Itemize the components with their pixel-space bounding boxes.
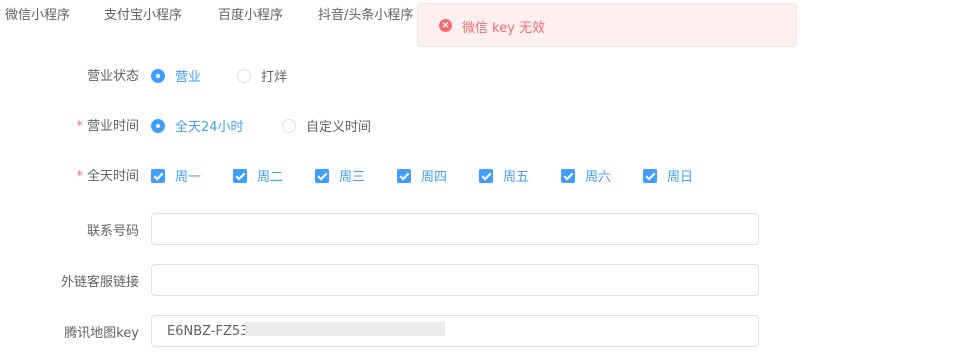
hours-custom-radio[interactable]: 自定义时间 <box>282 116 371 135</box>
radio-dot <box>151 118 165 133</box>
required-mark: * <box>76 119 83 134</box>
day-checkbox-sat[interactable]: 周六 <box>561 166 611 185</box>
status-label: 营业状态 <box>86 69 139 84</box>
day-checkbox-sun[interactable]: 周日 <box>643 166 693 185</box>
map-key-input[interactable] <box>151 315 759 347</box>
radio-dot <box>237 68 251 83</box>
phone-input[interactable] <box>151 213 759 245</box>
map-key-label: 腾讯地图key <box>64 326 139 341</box>
days-label: * 全天时间 <box>76 169 139 184</box>
radio-dot <box>151 68 165 83</box>
error-icon: × <box>439 19 452 32</box>
status-closed-radio[interactable]: 打烊 <box>237 66 287 85</box>
checkbox-box <box>233 168 247 183</box>
tab-wechat[interactable]: 微信小程序 <box>5 4 70 23</box>
day-checkbox-thu[interactable]: 周四 <box>397 166 447 185</box>
hours-label: * 营业时间 <box>76 119 139 134</box>
tab-baidu[interactable]: 百度小程序 <box>218 4 283 23</box>
checkbox-box <box>479 168 493 183</box>
required-mark: * <box>76 169 83 184</box>
error-toast: × 微信 key 无效 <box>417 3 797 47</box>
day-checkbox-mon[interactable]: 周一 <box>151 166 201 185</box>
radio-dot <box>282 118 296 133</box>
toast-message: 微信 key 无效 <box>462 21 546 36</box>
checkbox-box <box>561 168 575 183</box>
checkbox-box <box>643 168 657 183</box>
tab-douyin[interactable]: 抖音/头条小程序 <box>318 4 413 23</box>
day-checkbox-tue[interactable]: 周二 <box>233 166 283 185</box>
phone-label: 联系号码 <box>86 224 139 239</box>
service-link-input[interactable] <box>151 264 759 296</box>
hours-all-day-radio[interactable]: 全天24小时 <box>151 116 244 135</box>
service-link-label: 外链客服链接 <box>60 275 139 290</box>
day-checkbox-wed[interactable]: 周三 <box>315 166 365 185</box>
redacted-blur <box>245 322 445 336</box>
status-open-radio[interactable]: 营业 <box>151 66 201 85</box>
checkbox-box <box>397 168 411 183</box>
checkbox-box <box>315 168 329 183</box>
day-checkbox-fri[interactable]: 周五 <box>479 166 529 185</box>
checkbox-box <box>151 168 165 183</box>
tab-alipay[interactable]: 支付宝小程序 <box>104 4 182 23</box>
